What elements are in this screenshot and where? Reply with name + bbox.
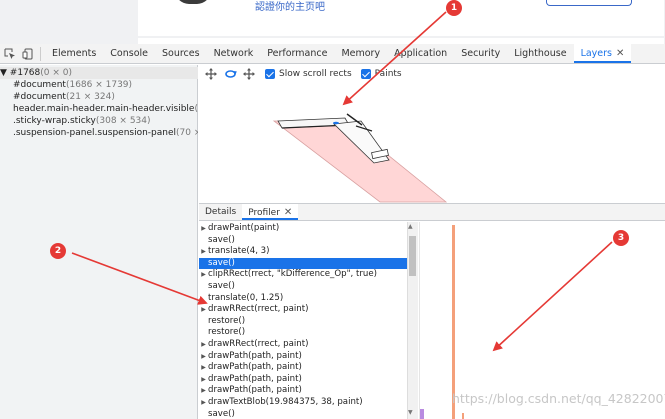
- annotation-badge-1: 1: [446, 0, 462, 16]
- annotation-arrow-2: [71, 252, 208, 305]
- annotation-arrow-1: [342, 11, 447, 106]
- annotation-badge-3: 3: [613, 230, 629, 246]
- annotation-arrow-3: [492, 241, 613, 352]
- annotation-badge-2: 2: [50, 243, 66, 259]
- annotation-overlay: [71, 11, 613, 352]
